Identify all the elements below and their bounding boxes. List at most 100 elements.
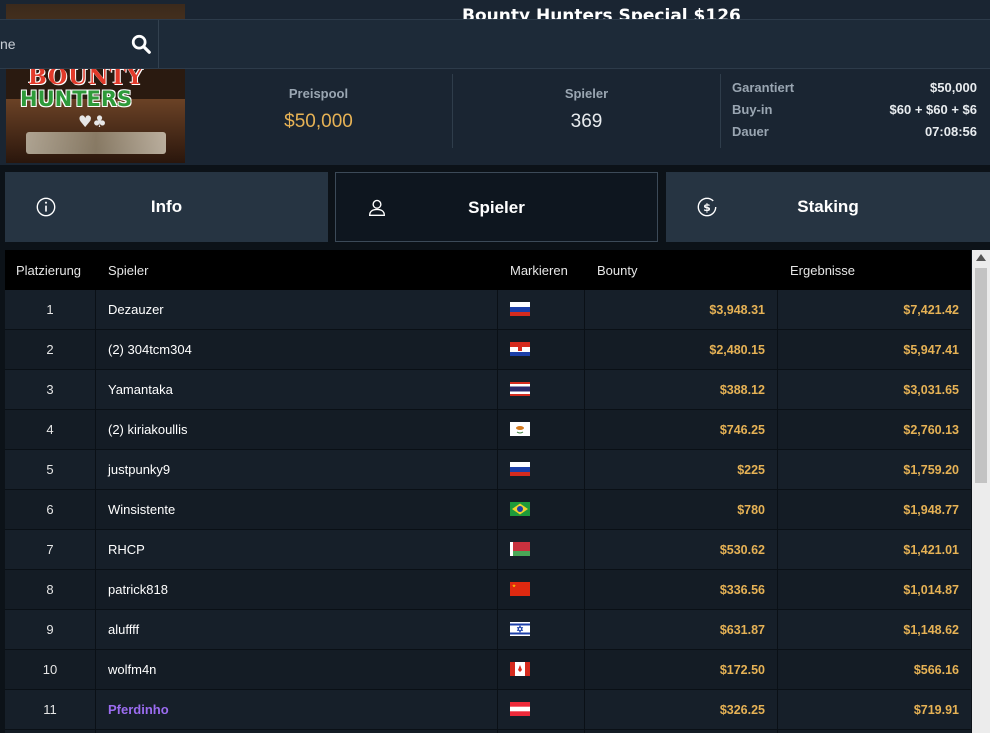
belarus-flag-icon [510, 542, 530, 556]
players-label: Spieler [564, 86, 609, 101]
bounty-cell: $172.50 [719, 663, 765, 677]
player-name[interactable]: Dezauzer [108, 290, 164, 330]
table-scrollbar[interactable] [972, 250, 990, 733]
russia-flag-icon [510, 302, 530, 316]
rank-cell: 4 [46, 422, 54, 437]
rank-cell: 1 [46, 302, 54, 317]
rank-cell: 2 [46, 342, 54, 357]
tab-spieler[interactable]: Spieler [335, 172, 658, 242]
table-row[interactable]: 7 RHCP $530.62 $1,421.01 [5, 530, 971, 570]
cyprus-flag-icon [510, 422, 530, 436]
rank-cell: 6 [46, 502, 54, 517]
result-cell: $1,948.77 [903, 503, 959, 517]
player-name[interactable]: Pferdinho [108, 690, 169, 730]
column-divider [584, 290, 585, 733]
table-row[interactable]: 8 patrick818 $336.56 $1,014.87 [5, 570, 971, 610]
result-cell: $5,947.41 [903, 343, 959, 357]
rank-cell: 3 [46, 382, 54, 397]
brazil-flag-icon [510, 502, 530, 516]
israel-flag-icon [510, 622, 530, 636]
bounty-cell: $530.62 [719, 543, 765, 557]
scroll-thumb[interactable] [975, 268, 987, 483]
bounty-cell: $780 [737, 503, 765, 517]
result-cell: $3,031.65 [903, 383, 959, 397]
guaranteed-row: Garantiert $50,000 [732, 80, 977, 102]
prizepool-value: $50,000 [284, 111, 353, 132]
buyin-value: $60 + $60 + $6 [889, 102, 977, 117]
player-name[interactable]: patrick818 [108, 570, 168, 610]
player-name[interactable]: (2) 304tcm304 [108, 330, 192, 370]
table-row[interactable]: 2 (2) 304tcm304 $2,480.15 $5,947.41 [5, 330, 971, 370]
result-cell: $719.91 [913, 703, 959, 717]
bounty-cell: $225 [737, 463, 765, 477]
player-name[interactable]: RHCP [108, 530, 145, 570]
players-stat: Spieler 369 [453, 74, 720, 148]
table-header: Platzierung Spieler Markieren Bounty Erg… [5, 250, 971, 290]
header-player[interactable]: Spieler [108, 263, 148, 278]
players-table: Platzierung Spieler Markieren Bounty Erg… [5, 250, 971, 733]
prizepool-stat: Preispool $50,000 [185, 74, 452, 148]
search-icon[interactable] [130, 33, 152, 55]
duration-value: 07:08:56 [924, 124, 977, 139]
result-cell: $1,014.87 [903, 583, 959, 597]
player-name[interactable]: aluffff [108, 610, 139, 650]
austria-flag-icon [510, 702, 530, 716]
rank-cell: 7 [46, 542, 54, 557]
player-name[interactable]: justpunky9 [108, 450, 170, 490]
column-divider [497, 290, 498, 733]
bounty-cell: $2,480.15 [709, 343, 765, 357]
header-flag[interactable]: Markieren [510, 263, 568, 278]
column-divider [95, 290, 96, 733]
header-bounty[interactable]: Bounty [597, 263, 637, 278]
rank-cell: 5 [46, 462, 54, 477]
table-body: 1 Dezauzer $3,948.31 $7,421.42 2 (2) 304tcm30… [5, 290, 971, 733]
bounty-cell: $388.12 [719, 383, 765, 397]
table-row[interactable]: 4 (2) kiriakoullis $746.25 $2,760.13 [5, 410, 971, 450]
bounty-cell: $746.25 [719, 423, 765, 437]
tab-staking[interactable]: $ Staking [666, 172, 990, 242]
result-cell: $566.16 [913, 663, 959, 677]
china-flag-icon [510, 582, 530, 596]
scroll-up-icon[interactable] [972, 250, 990, 266]
croatia-flag-icon [510, 342, 530, 356]
header-rank[interactable]: Platzierung [16, 263, 81, 278]
table-row[interactable]: 9 aluffff $631.87 $1,148.62 [5, 610, 971, 650]
tab-info-label: Info [150, 197, 183, 216]
table-row[interactable]: 11 Pferdinho $326.25 $719.91 [5, 690, 971, 730]
buyin-row: Buy-in $60 + $60 + $6 [732, 102, 977, 124]
tab-staking-label: Staking [797, 197, 859, 216]
table-row[interactable]: 6 Winsistente $780 $1,948.77 [5, 490, 971, 530]
header-result[interactable]: Ergebnisse [790, 263, 855, 278]
result-cell: $2,760.13 [903, 423, 959, 437]
bounty-cell: $3,948.31 [709, 303, 765, 317]
player-name[interactable]: (2) kiriakoullis [108, 410, 187, 450]
bounty-cell: $326.25 [719, 703, 765, 717]
tab-spieler-label: Spieler [468, 198, 525, 217]
card-suits-icon: ♥♣ [78, 112, 107, 131]
buyin-label: Buy-in [732, 102, 773, 117]
bounty-cell: $336.56 [719, 583, 765, 597]
result-cell: $1,148.62 [903, 623, 959, 637]
player-name[interactable]: Winsistente [108, 490, 175, 530]
players-value: 369 [570, 111, 603, 132]
duration-row: Dauer 07:08:56 [732, 124, 977, 146]
canada-flag-icon [510, 662, 530, 676]
russia-flag-icon [510, 462, 530, 476]
player-name[interactable]: Yamantaka [108, 370, 173, 410]
rank-cell: 10 [42, 662, 58, 677]
column-divider [777, 290, 778, 733]
thailand-flag-icon [510, 382, 530, 396]
guaranteed-label: Garantiert [732, 80, 795, 95]
prizepool-label: Preispool [288, 86, 349, 101]
search-bar [0, 19, 990, 69]
tab-info[interactable]: Info [5, 172, 328, 242]
table-row[interactable]: 3 Yamantaka $388.12 $3,031.65 [5, 370, 971, 410]
table-row[interactable]: 1 Dezauzer $3,948.31 $7,421.42 [5, 290, 971, 330]
result-cell: $7,421.42 [903, 303, 959, 317]
duration-label: Dauer [732, 124, 769, 139]
table-row[interactable]: 10 wolfm4n $172.50 $566.16 [5, 650, 971, 690]
player-name[interactable]: wolfm4n [108, 650, 156, 690]
logo-text-hunters: HUNTERS [20, 87, 133, 111]
table-row[interactable]: 5 justpunky9 $225 $1,759.20 [5, 450, 971, 490]
rank-cell: 8 [46, 582, 54, 597]
